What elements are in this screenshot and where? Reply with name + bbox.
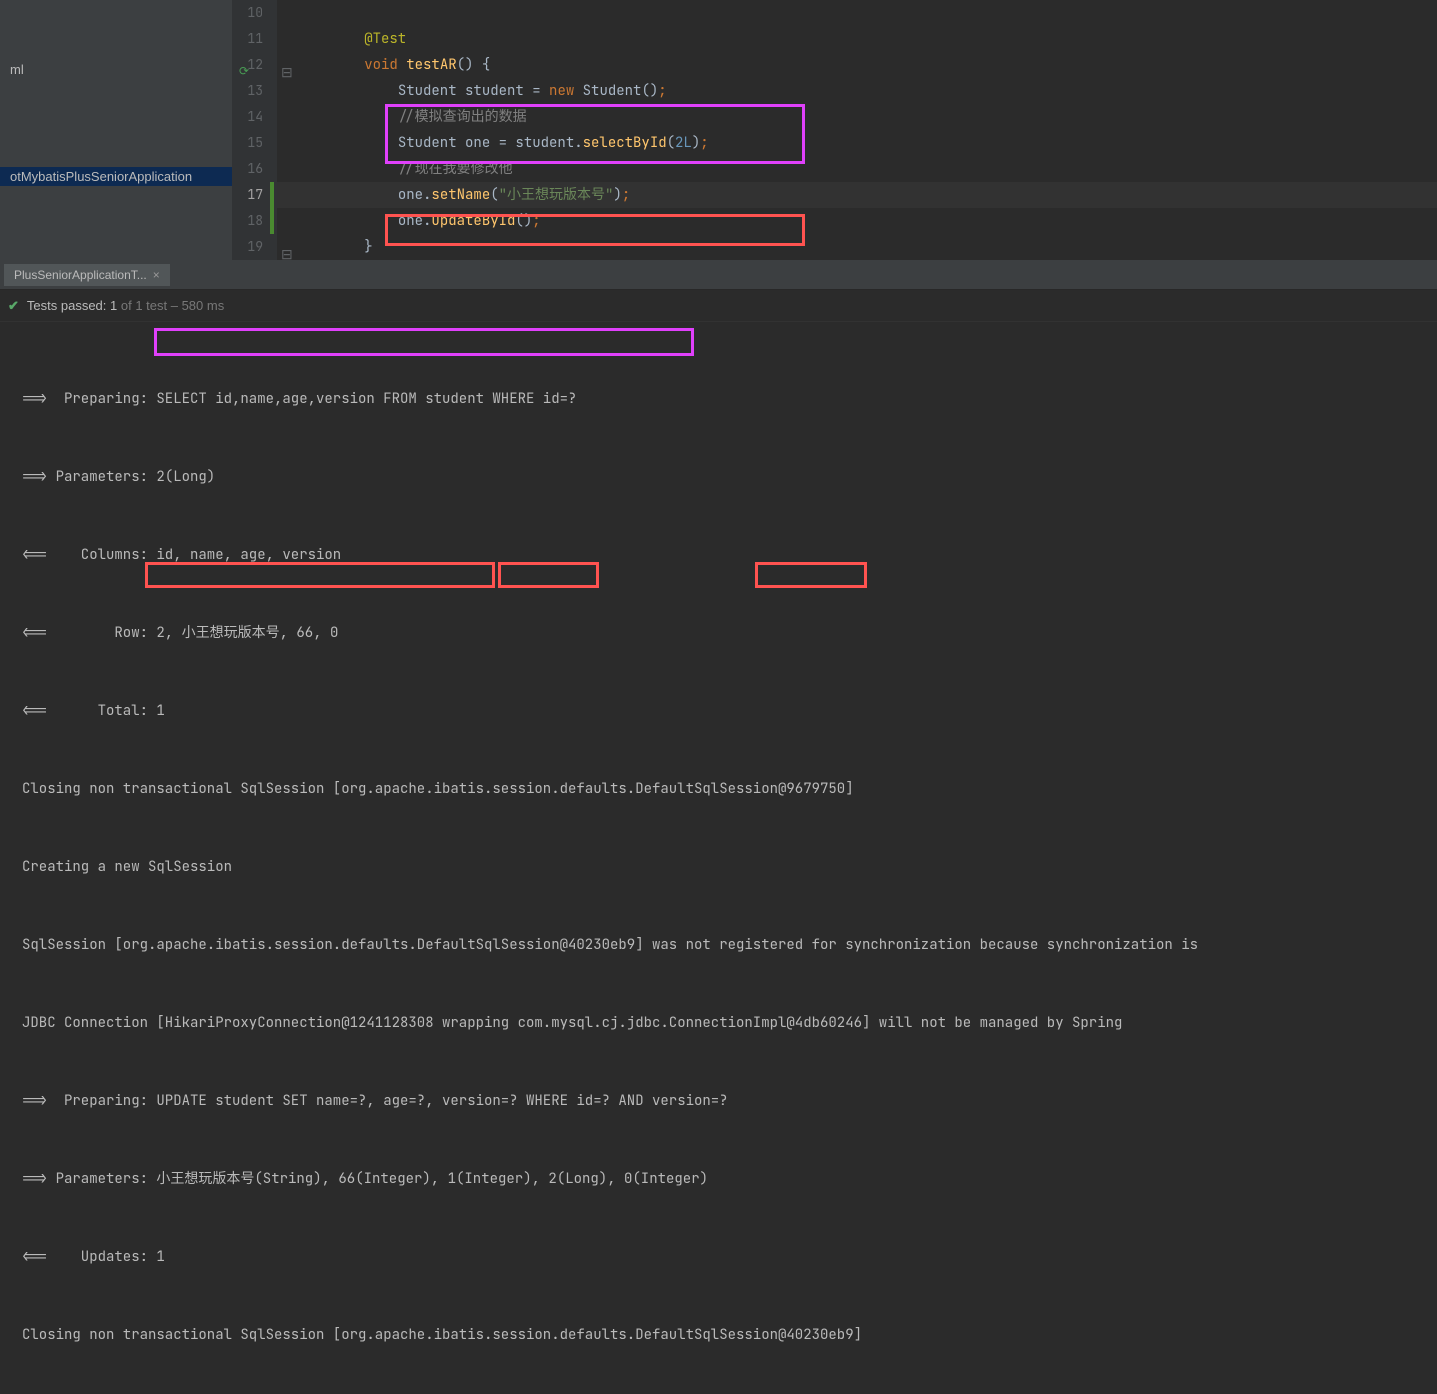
line-number: 11 bbox=[232, 26, 263, 52]
console-line: <== Total: 1 bbox=[22, 698, 1437, 724]
console-line: JDBC Connection [HikariProxyConnection@1… bbox=[22, 1010, 1437, 1036]
run-config-tab[interactable]: PlusSeniorApplicationT... × bbox=[4, 264, 170, 286]
line-number: 12 ⟳ bbox=[232, 52, 263, 78]
sidebar-file-item-selected[interactable]: otMybatisPlusSeniorApplication bbox=[0, 167, 232, 186]
console-line: ==> Preparing: UPDATE student SET name=?… bbox=[22, 1088, 1437, 1114]
obj: one. bbox=[398, 186, 432, 204]
var: student bbox=[465, 82, 524, 100]
console-line: Creating a new SqlSession bbox=[22, 854, 1437, 880]
highlight-magenta-sql bbox=[154, 328, 694, 356]
line-number: 10 bbox=[232, 0, 263, 26]
fold-expand-icon[interactable]: ⊟ bbox=[281, 242, 293, 254]
line-number: 18 bbox=[232, 208, 263, 234]
type: Student bbox=[398, 134, 457, 152]
punct: () { bbox=[457, 56, 491, 74]
project-sidebar[interactable]: ml otMybatisPlusSeniorApplication bbox=[0, 0, 232, 260]
line-number: 15 bbox=[232, 130, 263, 156]
test-status-bar: ✔ Tests passed: 1 of 1 test – 580 ms bbox=[0, 290, 1437, 322]
brace: } bbox=[364, 238, 372, 256]
line-number: 16 bbox=[232, 156, 263, 182]
number: 2L bbox=[675, 134, 692, 152]
console-line: Closing non transactional SqlSession [or… bbox=[22, 1322, 1437, 1348]
method-call: selectById bbox=[583, 134, 667, 152]
fold-collapse-icon[interactable]: ⊟ bbox=[281, 60, 293, 72]
line-number: 14 bbox=[232, 104, 263, 130]
semi: ; bbox=[700, 134, 708, 152]
console-line: SqlSession [org.apache.ibatis.session.de… bbox=[22, 932, 1437, 958]
annotation: @Test bbox=[364, 30, 406, 48]
method-name: testAR bbox=[406, 56, 456, 74]
console-line: ==> Parameters: 小王想玩版本号(String), 66(Inte… bbox=[22, 1166, 1437, 1192]
console-output[interactable]: ==> Preparing: SELECT id,name,age,versio… bbox=[0, 322, 1437, 1394]
method-call: setName bbox=[431, 186, 490, 204]
semi: ; bbox=[532, 212, 540, 230]
paren: ) bbox=[613, 186, 621, 204]
paren: ( bbox=[490, 186, 498, 204]
console-line: ==> Preparing: SELECT id,name,age,versio… bbox=[22, 386, 1437, 412]
console-line: <== Updates: 1 bbox=[22, 1244, 1437, 1270]
obj: one. bbox=[398, 212, 432, 230]
check-icon: ✔ bbox=[8, 298, 19, 314]
semi: ; bbox=[622, 186, 630, 204]
keyword: new bbox=[549, 82, 574, 100]
run-tool-window: PlusSeniorApplicationT... × ✔ Tests pass… bbox=[0, 260, 1437, 697]
code-editor[interactable]: @Test void testAR() { Student student = … bbox=[277, 0, 1437, 260]
run-tab-bar: PlusSeniorApplicationT... × bbox=[0, 260, 1437, 290]
tests-passed-label: Tests passed: bbox=[27, 298, 110, 313]
semi: ; bbox=[658, 82, 666, 100]
console-line: <== Row: 2, 小王想玩版本号, 66, 0 bbox=[22, 620, 1437, 646]
line-number-gutter: 10 11 12 ⟳ 13 14 15 16 17 18 19 bbox=[232, 0, 277, 260]
editor-split: ml otMybatisPlusSeniorApplication 10 11 … bbox=[0, 0, 1437, 260]
comment: //现在我要修改他 bbox=[398, 160, 513, 178]
tests-total-label: of 1 test – 580 ms bbox=[117, 298, 224, 313]
vcs-change-marker bbox=[270, 182, 274, 234]
sidebar-file-item[interactable]: ml bbox=[0, 60, 232, 79]
type: Student bbox=[398, 82, 457, 100]
console-line: ==> Parameters: 2(Long) bbox=[22, 464, 1437, 490]
op: = bbox=[524, 82, 549, 100]
line-number: 17 bbox=[232, 182, 263, 208]
method-call: updateById bbox=[431, 212, 515, 230]
keyword: void bbox=[364, 56, 398, 74]
var: one = student. bbox=[457, 134, 583, 152]
paren: ( bbox=[667, 134, 675, 152]
string: "小王想玩版本号" bbox=[499, 186, 614, 204]
line-number: 13 bbox=[232, 78, 263, 104]
comment: //模拟查询出的数据 bbox=[398, 108, 527, 126]
console-line: Closing non transactional SqlSession [or… bbox=[22, 776, 1437, 802]
paren: ) bbox=[692, 134, 700, 152]
console-line: <== Columns: id, name, age, version bbox=[22, 542, 1437, 568]
run-tab-label: PlusSeniorApplicationT... bbox=[14, 268, 147, 282]
paren: () bbox=[515, 212, 532, 230]
ctor: Student() bbox=[574, 82, 658, 100]
line-number: 19 bbox=[232, 234, 263, 260]
run-test-icon[interactable]: ⟳ bbox=[237, 58, 249, 70]
close-icon[interactable]: × bbox=[153, 268, 160, 282]
